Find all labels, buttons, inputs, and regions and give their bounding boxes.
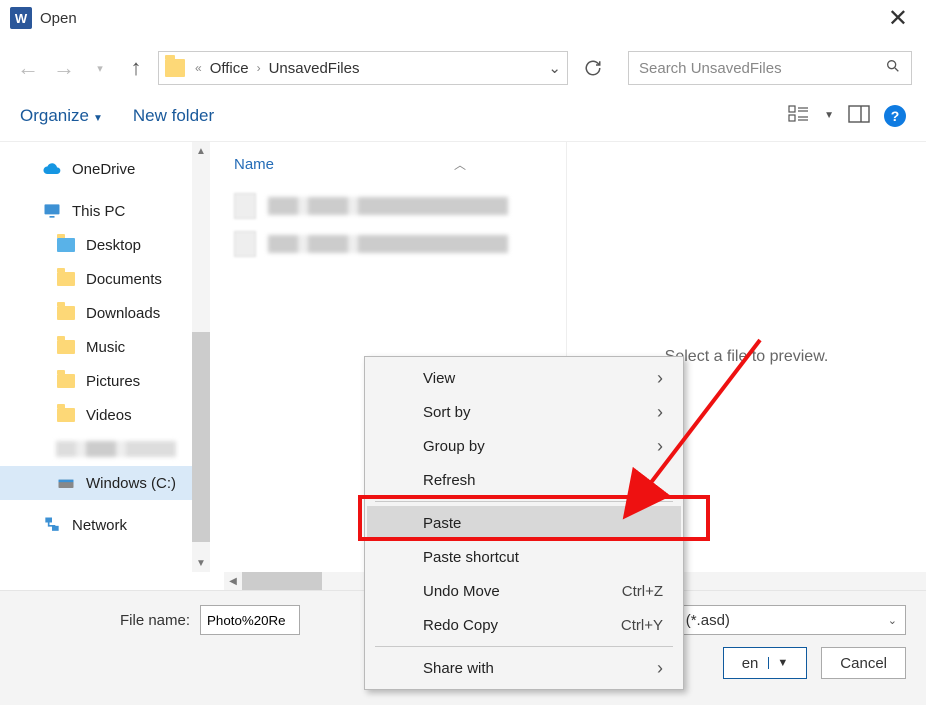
forward-button[interactable]: → xyxy=(50,54,78,82)
pc-icon xyxy=(42,201,62,221)
window-title: Open xyxy=(40,10,77,27)
filename-label: File name: xyxy=(120,612,190,629)
context-menu: View› Sort by› Group by› Refresh Paste P… xyxy=(364,356,684,690)
folder-icon xyxy=(56,269,76,289)
recent-dropdown[interactable]: ▾ xyxy=(86,54,114,82)
chevron-right-icon: › xyxy=(657,658,663,679)
folder-icon xyxy=(56,337,76,357)
menu-item-redo[interactable]: Redo CopyCtrl+Y xyxy=(367,608,681,642)
cloud-icon xyxy=(42,159,62,179)
folder-icon xyxy=(56,303,76,323)
sidebar-item-videos[interactable]: Videos xyxy=(0,398,210,432)
sidebar-scrollbar[interactable]: ▲ ▼ xyxy=(192,142,210,572)
new-folder-button[interactable]: New folder xyxy=(133,106,214,126)
sidebar-item-network[interactable]: Network xyxy=(0,508,210,542)
chevron-right-icon: › xyxy=(657,368,663,389)
menu-item-paste[interactable]: Paste xyxy=(367,506,681,540)
path-truncation: « xyxy=(195,61,202,75)
organize-button[interactable]: Organize▼ xyxy=(20,106,103,126)
navigation-bar: ← → ▾ ↑ « Office › UnsavedFiles ⌄ Search… xyxy=(0,46,926,90)
word-app-icon: W xyxy=(10,7,32,29)
title-bar: W Open ✕ xyxy=(0,0,926,36)
help-button[interactable]: ? xyxy=(884,105,906,127)
menu-item-paste-shortcut[interactable]: Paste shortcut xyxy=(367,540,681,574)
back-button[interactable]: ← xyxy=(14,54,42,82)
preview-pane-toggle[interactable] xyxy=(848,105,870,127)
address-bar[interactable]: « Office › UnsavedFiles ⌄ xyxy=(158,51,568,85)
scroll-thumb[interactable] xyxy=(192,332,210,542)
menu-separator xyxy=(375,501,673,502)
search-icon xyxy=(885,58,901,78)
folder-icon xyxy=(56,371,76,391)
command-toolbar: Organize▼ New folder ▼ ? xyxy=(0,90,926,142)
menu-item-refresh[interactable]: Refresh xyxy=(367,463,681,497)
close-button[interactable]: ✕ xyxy=(880,4,916,33)
menu-separator xyxy=(375,646,673,647)
navigation-sidebar: OneDrive This PC Desktop Documents Downl… xyxy=(0,142,210,572)
scroll-down-button[interactable]: ▼ xyxy=(192,554,210,572)
file-name-redacted xyxy=(268,235,508,253)
scroll-thumb[interactable] xyxy=(242,572,322,590)
menu-item-sortby[interactable]: Sort by› xyxy=(367,395,681,429)
open-button[interactable]: en ▼ xyxy=(723,647,808,679)
chevron-right-icon: › xyxy=(657,436,663,457)
sidebar-item-pictures[interactable]: Pictures xyxy=(0,364,210,398)
sidebar-item-thispc[interactable]: This PC xyxy=(0,194,210,228)
menu-item-sharewith[interactable]: Share with› xyxy=(367,651,681,685)
folder-icon xyxy=(56,405,76,425)
chevron-down-icon: ⌄ xyxy=(888,614,897,627)
chevron-right-icon: › xyxy=(657,402,663,423)
sidebar-item-downloads[interactable]: Downloads xyxy=(0,296,210,330)
sidebar-item-documents[interactable]: Documents xyxy=(0,262,210,296)
sidebar-item-redacted[interactable] xyxy=(0,432,210,466)
preview-message: Select a file to preview. xyxy=(665,348,829,366)
path-segment-office[interactable]: Office xyxy=(210,60,249,77)
path-segment-unsavedfiles[interactable]: UnsavedFiles xyxy=(269,60,360,77)
scroll-up-button[interactable]: ▲ xyxy=(192,142,210,160)
menu-item-undo[interactable]: Undo MoveCtrl+Z xyxy=(367,574,681,608)
file-icon xyxy=(234,231,256,257)
view-mode-button[interactable] xyxy=(788,105,810,127)
cancel-button[interactable]: Cancel xyxy=(821,647,906,679)
file-icon xyxy=(234,193,256,219)
path-dropdown[interactable]: ⌄ xyxy=(548,59,561,77)
up-button[interactable]: ↑ xyxy=(122,54,150,82)
sidebar-item-music[interactable]: Music xyxy=(0,330,210,364)
menu-item-view[interactable]: View› xyxy=(367,361,681,395)
chevron-right-icon: › xyxy=(257,61,261,75)
column-header-name[interactable]: Name xyxy=(234,156,274,173)
open-split-dropdown[interactable]: ▼ xyxy=(768,657,788,669)
refresh-button[interactable] xyxy=(576,51,610,85)
menu-item-groupby[interactable]: Group by› xyxy=(367,429,681,463)
filename-input[interactable] xyxy=(200,605,300,635)
sidebar-item-onedrive[interactable]: OneDrive xyxy=(0,152,210,186)
sidebar-item-cdrive[interactable]: Windows (C:) xyxy=(0,466,210,500)
search-input[interactable]: Search UnsavedFiles xyxy=(628,51,912,85)
folder-icon xyxy=(56,235,76,255)
network-icon xyxy=(42,515,62,535)
scroll-left-button[interactable]: ◀ xyxy=(224,572,242,590)
search-placeholder: Search UnsavedFiles xyxy=(639,60,782,77)
view-dropdown[interactable]: ▼ xyxy=(824,110,834,121)
file-name-redacted xyxy=(268,197,508,215)
sort-indicator-icon: ︿ xyxy=(454,156,466,173)
disk-icon xyxy=(56,473,76,493)
sidebar-item-desktop[interactable]: Desktop xyxy=(0,228,210,262)
folder-icon xyxy=(165,59,185,77)
